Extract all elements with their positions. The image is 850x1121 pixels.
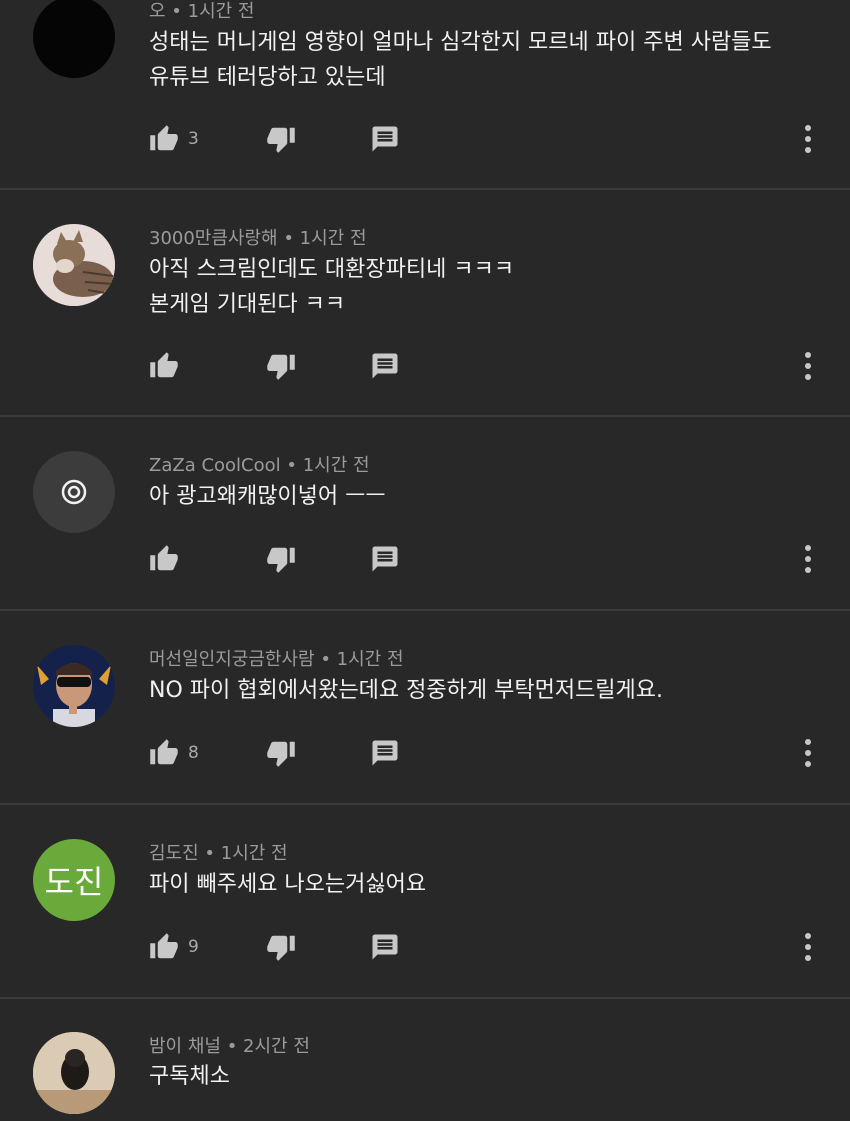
avatar[interactable] [33, 0, 115, 78]
comment-item: 밤이 채널 • 2시간 전 구독체소 [0, 999, 850, 1121]
avatar[interactable] [33, 1032, 115, 1114]
avatar[interactable] [33, 645, 115, 727]
avatar[interactable] [33, 224, 115, 306]
thumb-down-icon [265, 124, 297, 154]
comment-meta: 머선일인지궁금한사람 • 1시간 전 [149, 649, 404, 670]
comment-actions: 8 [0, 738, 850, 768]
like-button[interactable]: 9 [148, 932, 199, 962]
comment-time: 1시간 전 [220, 843, 288, 864]
thumb-down-icon [265, 544, 297, 574]
more-vert-icon [804, 544, 812, 574]
comment-time: 1시간 전 [302, 455, 370, 476]
author-name[interactable]: ZaZa CoolCool [149, 455, 281, 476]
like-count: 3 [188, 129, 199, 149]
thumb-down-icon [265, 351, 297, 381]
avatar[interactable]: 도진 [33, 839, 115, 921]
comment-item: 3000만큼사랑해 • 1시간 전 아직 스크림인데도 대환장파티네 ㅋㅋㅋ 본… [0, 190, 850, 415]
comment-text: 아직 스크림인데도 대환장파티네 ㅋㅋㅋ 본게임 기대된다 ㅋㅋ [149, 252, 514, 322]
comment-item: 도진 김도진 • 1시간 전 파이 빼주세요 나오는거싫어요 9 [0, 805, 850, 997]
more-options-button[interactable] [804, 544, 812, 574]
comment-line: 성태는 머니게임 영향이 얼마나 심각한지 모르네 파이 주변 사람들도 [149, 30, 772, 55]
avatar[interactable] [33, 451, 115, 533]
comment-line: 본게임 기대된다 ㅋㅋ [149, 292, 346, 317]
thumb-down-icon [265, 738, 297, 768]
more-options-button[interactable] [804, 124, 812, 154]
comment-line: 아 광고왜캐많이넣어 ㅡㅡ [149, 484, 386, 509]
dog-photo [33, 1032, 115, 1114]
comment-line: 파이 빼주세요 나오는거싫어요 [149, 872, 427, 897]
comment-meta: 3000만큼사랑해 • 1시간 전 [149, 228, 367, 249]
thumb-up-icon [148, 932, 180, 962]
avatar-initials: 도진 [44, 863, 104, 901]
comment-time: 2시간 전 [243, 1036, 310, 1057]
reply-button[interactable] [370, 544, 400, 574]
more-vert-icon [804, 738, 812, 768]
more-vert-icon [804, 351, 812, 381]
dislike-button[interactable] [265, 544, 297, 574]
person-photo [33, 645, 115, 727]
comment-actions [0, 544, 850, 574]
comment-time: 1시간 전 [299, 228, 367, 249]
more-options-button[interactable] [804, 932, 812, 962]
reply-button[interactable] [370, 738, 400, 768]
like-button[interactable]: 3 [148, 124, 199, 154]
more-vert-icon [804, 932, 812, 962]
more-options-button[interactable] [804, 351, 812, 381]
comment-text: 아 광고왜캐많이넣어 ㅡㅡ [149, 479, 386, 514]
thumb-down-icon [265, 932, 297, 962]
author-name[interactable]: 3000만큼사랑해 [149, 228, 278, 249]
comment-actions: 3 [0, 124, 850, 154]
reply-icon [370, 738, 400, 768]
comment-text: 구독체소 [149, 1059, 230, 1094]
comment-actions [0, 351, 850, 381]
like-button[interactable]: 8 [148, 738, 199, 768]
author-name[interactable]: 오 [149, 1, 166, 22]
comment-line: NO 파이 협회에서왔는데요 정중하게 부탁먼저드릴게요. [149, 678, 664, 703]
comment-line: 유튜브 테러당하고 있는데 [149, 65, 386, 90]
comment-text: 성태는 머니게임 영향이 얼마나 심각한지 모르네 파이 주변 사람들도 유튜브… [149, 25, 772, 95]
reply-icon [370, 351, 400, 381]
reply-icon [370, 124, 400, 154]
author-name[interactable]: 머선일인지궁금한사람 [149, 649, 315, 670]
channel-logo-icon [61, 479, 87, 505]
reply-icon [370, 544, 400, 574]
comment-meta: ZaZa CoolCool • 1시간 전 [149, 455, 370, 476]
author-name[interactable]: 밤이 채널 [149, 1036, 221, 1057]
comment-text: NO 파이 협회에서왔는데요 정중하게 부탁먼저드릴게요. [149, 673, 663, 708]
more-options-button[interactable] [804, 738, 812, 768]
thumb-up-icon [148, 351, 180, 381]
comment-item: ZaZa CoolCool • 1시간 전 아 광고왜캐많이넣어 ㅡㅡ [0, 417, 850, 609]
dislike-button[interactable] [265, 124, 297, 154]
like-count: 8 [188, 743, 199, 763]
thumb-up-icon [148, 124, 180, 154]
like-button[interactable] [148, 544, 180, 574]
like-button[interactable] [148, 351, 180, 381]
reply-button[interactable] [370, 124, 400, 154]
comment-meta: 김도진 • 1시간 전 [149, 843, 288, 864]
comment-meta: 밤이 채널 • 2시간 전 [149, 1036, 310, 1057]
comment-time: 1시간 전 [187, 1, 255, 22]
comment-item: 오 • 1시간 전 성태는 머니게임 영향이 얼마나 심각한지 모르네 파이 주… [0, 0, 850, 189]
reply-icon [370, 932, 400, 962]
reply-button[interactable] [370, 932, 400, 962]
comment-line: 구독체소 [149, 1064, 230, 1089]
dislike-button[interactable] [265, 738, 297, 768]
comment-line: 아직 스크림인데도 대환장파티네 ㅋㅋㅋ [149, 257, 515, 282]
cat-photo [33, 224, 115, 306]
reply-button[interactable] [370, 351, 400, 381]
more-vert-icon [804, 124, 812, 154]
comment-actions: 9 [0, 932, 850, 962]
comment-meta: 오 • 1시간 전 [149, 1, 255, 22]
thumb-up-icon [148, 738, 180, 768]
comment-item: 머선일인지궁금한사람 • 1시간 전 NO 파이 협회에서왔는데요 정중하게 부… [0, 611, 850, 803]
dislike-button[interactable] [265, 351, 297, 381]
dislike-button[interactable] [265, 932, 297, 962]
author-name[interactable]: 김도진 [149, 843, 199, 864]
like-count: 9 [188, 937, 199, 957]
thumb-up-icon [148, 544, 180, 574]
comment-text: 파이 빼주세요 나오는거싫어요 [149, 867, 426, 902]
comment-time: 1시간 전 [336, 649, 404, 670]
